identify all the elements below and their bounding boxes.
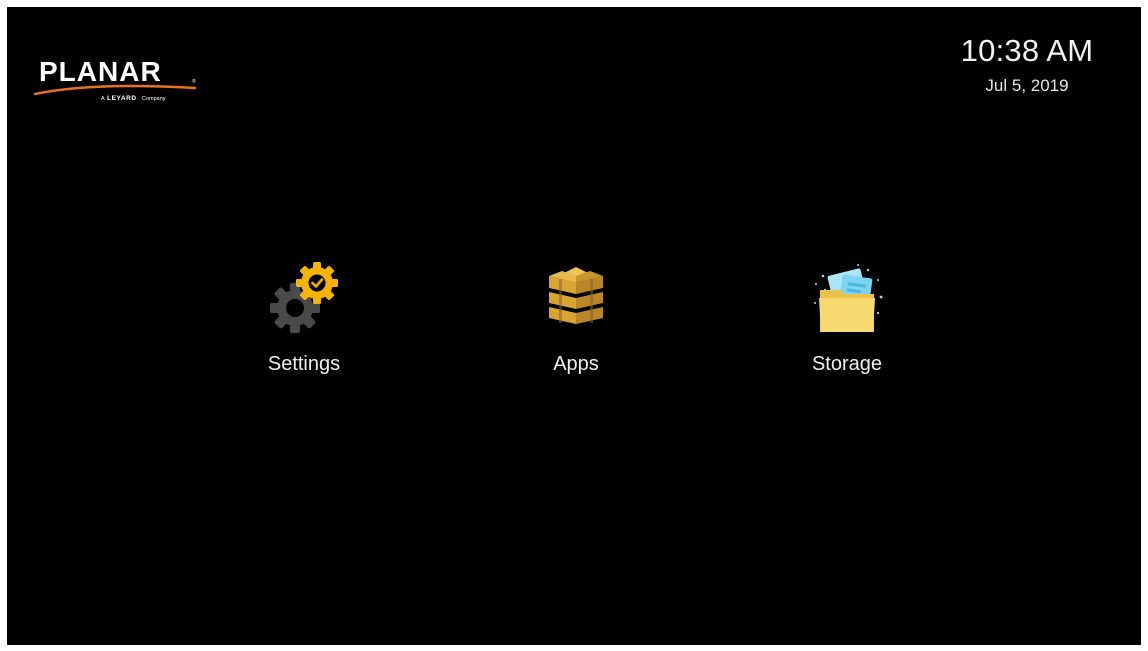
storage-label: Storage: [811, 353, 883, 375]
storage-tile[interactable]: Storage: [787, 256, 907, 386]
apps-label: Apps: [553, 353, 599, 375]
svg-text:PLANAR: PLANAR: [39, 56, 162, 87]
clock-date: Jul 5, 2019: [985, 76, 1069, 95]
apps-stack-icon: [531, 256, 621, 346]
settings-gear-icon: [259, 256, 349, 346]
settings-label: Settings: [267, 353, 341, 375]
svg-text:®: ®: [192, 78, 196, 85]
storage-folder-icon: [802, 256, 892, 346]
svg-text:A: A: [101, 96, 105, 101]
home-screen: PLANAR ® A LEYARD Company 10:38 AM Jul 5…: [7, 7, 1141, 645]
svg-text:Company: Company: [142, 96, 166, 101]
planar-logo: PLANAR ® A LEYARD Company: [33, 49, 203, 101]
clock-time: 10:38 AM: [960, 33, 1094, 68]
svg-text:LEYARD: LEYARD: [107, 95, 137, 101]
settings-tile[interactable]: Settings: [244, 256, 364, 386]
clock-widget: 10:38 AM Jul 5, 2019: [927, 33, 1127, 97]
apps-tile[interactable]: Apps: [516, 256, 636, 386]
